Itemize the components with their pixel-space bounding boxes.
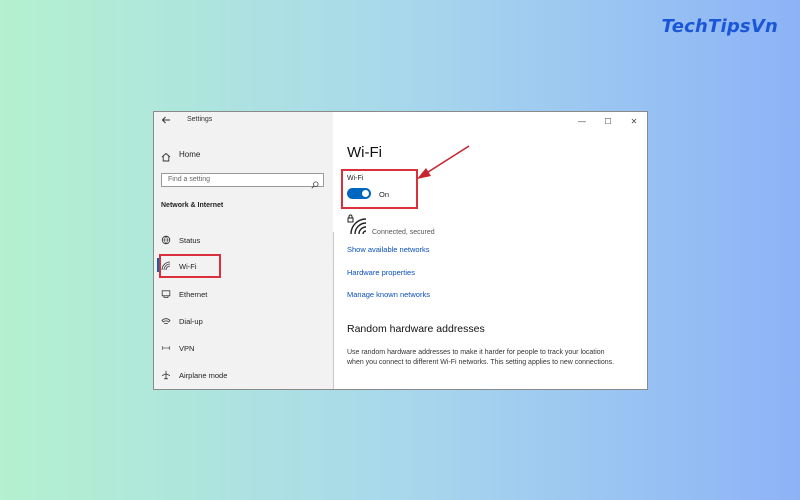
dialup-icon — [161, 316, 171, 326]
sidebar-home[interactable]: Home — [161, 148, 201, 162]
close-button[interactable]: ✕ — [621, 112, 647, 130]
ethernet-icon — [161, 289, 171, 299]
maximize-button[interactable]: ☐ — [595, 112, 621, 130]
sidebar-item-label: Ethernet — [179, 289, 208, 299]
section-title: Network & Internet — [161, 202, 224, 209]
secured-wifi-icon — [347, 214, 369, 236]
content-pane: — ☐ ✕ Wi-Fi Wi-Fi On Connected, secured … — [333, 112, 647, 389]
app-title: Settings — [187, 116, 213, 123]
manage-known-networks-link[interactable]: Manage known networks — [347, 290, 430, 299]
network-status: Connected, secured — [372, 229, 435, 236]
minimize-button[interactable]: — — [569, 112, 595, 130]
vpn-icon — [161, 343, 171, 353]
sidebar-item-label: VPN — [179, 343, 195, 353]
sidebar: Settings Home Find a setting Network & I… — [154, 112, 333, 389]
search-input[interactable]: Find a setting — [161, 173, 324, 189]
airplane-icon — [161, 370, 171, 380]
title-bar: Settings — [154, 112, 333, 130]
brand-logo: TechTipsVn — [661, 16, 778, 37]
wifi-highlight-box — [159, 254, 221, 278]
hardware-properties-link[interactable]: Hardware properties — [347, 268, 415, 277]
sidebar-item-airplane[interactable]: Airplane mode — [161, 368, 227, 382]
sidebar-scrollbar[interactable] — [333, 232, 334, 389]
sidebar-item-label: Dial-up — [179, 316, 203, 326]
show-available-networks-link[interactable]: Show available networks — [347, 245, 430, 254]
sidebar-item-label: Status — [179, 235, 201, 245]
search-placeholder: Find a setting — [168, 176, 211, 183]
page-title: Wi-Fi — [347, 144, 382, 161]
random-hw-description: Use random hardware addresses to make it… — [347, 349, 615, 366]
random-hw-title: Random hardware addresses — [347, 323, 485, 335]
back-arrow-icon[interactable] — [161, 115, 173, 127]
search-icon[interactable] — [311, 176, 319, 189]
sidebar-item-label: Airplane mode — [179, 370, 228, 380]
sidebar-item-ethernet[interactable]: Ethernet — [161, 287, 207, 301]
toggle-highlight-box — [341, 169, 418, 209]
home-icon — [161, 149, 171, 162]
settings-window: Settings Home Find a setting Network & I… — [153, 111, 648, 390]
status-globe-icon — [161, 235, 171, 245]
sidebar-item-status[interactable]: Status — [161, 233, 200, 247]
home-label: Home — [179, 149, 201, 159]
sidebar-item-dialup[interactable]: Dial-up — [161, 314, 203, 328]
sidebar-item-vpn[interactable]: VPN — [161, 341, 194, 355]
window-controls: — ☐ ✕ — [569, 112, 647, 130]
